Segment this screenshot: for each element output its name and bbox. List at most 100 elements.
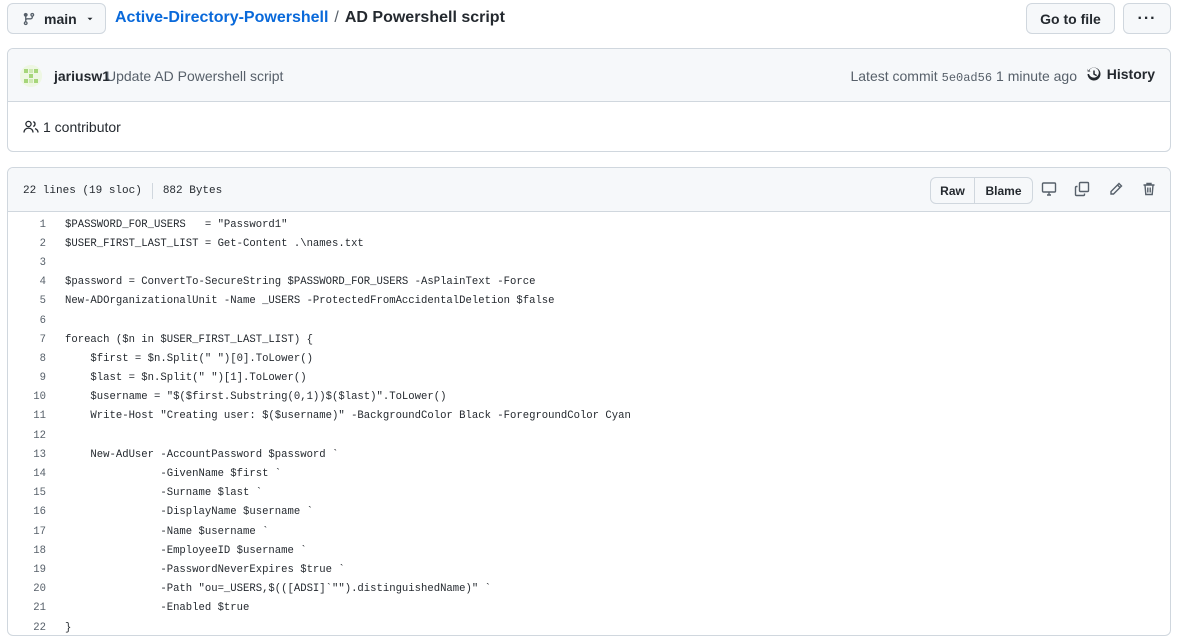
file-header: 22 lines (19 sloc) 882 Bytes Raw Blame [8,168,1170,212]
line-number[interactable]: 8 [8,353,46,365]
code-line: 1 $PASSWORD_FOR_USERS = "Password1" [8,215,1170,234]
git-branch-icon [23,12,35,25]
line-number[interactable]: 16 [8,506,46,518]
code-line: 3 [8,253,1170,272]
line-number[interactable]: 22 [8,622,46,634]
code-line: 21 -Enabled $true [8,599,1170,618]
desktop-icon[interactable] [1040,180,1058,198]
breadcrumb-repo-link[interactable]: Active-Directory-Powershell [115,9,328,27]
breadcrumb: Active-Directory-Powershell / AD Powersh… [115,9,505,27]
line-number[interactable]: 9 [8,372,46,384]
line-number[interactable]: 17 [8,526,46,538]
line-number[interactable]: 12 [8,430,46,442]
file-size: 882 Bytes [162,185,223,197]
latest-commit-info: Latest commit 5e0ad56 1 minute ago [850,68,1077,85]
line-content: $last = $n.Split(" ")[1].ToLower() [65,372,307,385]
code-line: 6 [8,311,1170,330]
line-content: $first = $n.Split(" ")[0].ToLower() [65,352,313,365]
line-number[interactable]: 15 [8,487,46,499]
commit-box: jariusw1 Update AD Powershell script Lat… [7,48,1171,152]
commit-author-link[interactable]: jariusw1 [54,68,110,84]
avatar[interactable] [20,65,42,87]
caret-down-icon [87,17,93,20]
line-content: New-ADOrganizationalUnit -Name _USERS -P… [65,295,555,308]
line-content: -DisplayName $username ` [65,506,313,519]
history-link[interactable]: History [1086,66,1155,82]
pencil-icon[interactable] [1107,180,1125,198]
raw-button[interactable]: Raw [931,178,975,203]
line-content: -Enabled $true [65,602,250,615]
line-content: $USER_FIRST_LAST_LIST = Get-Content .\na… [65,237,364,250]
line-content: -PasswordNeverExpires $true ` [65,563,345,576]
line-content: $password = ConvertTo-SecureString $PASS… [65,276,536,289]
line-number[interactable]: 10 [8,391,46,403]
file-navigation: main Active-Directory-Powershell / AD Po… [7,3,1171,34]
line-content: -Name $username ` [65,525,269,538]
branch-selector-button[interactable]: main [7,3,106,34]
line-number[interactable]: 2 [8,238,46,250]
line-number[interactable]: 7 [8,334,46,346]
line-content: foreach ($n in $USER_FIRST_LAST_LIST) { [65,333,313,346]
code-line: 14 -GivenName $first ` [8,464,1170,483]
line-content: -Surname $last ` [65,487,263,500]
breadcrumb-separator: / [334,9,339,26]
line-content: -GivenName $first ` [65,468,282,481]
commit-message-link[interactable]: Update AD Powershell script [106,68,283,84]
code-line: 16 -DisplayName $username ` [8,503,1170,522]
line-content: -EmployeeID $username ` [65,544,307,557]
code-line: 22} [8,618,1170,635]
line-number[interactable]: 19 [8,564,46,576]
line-number[interactable]: 5 [8,295,46,307]
code-line: 9 $last = $n.Split(" ")[1].ToLower() [8,369,1170,388]
blame-button[interactable]: Blame [975,178,1032,203]
file-viewer: 22 lines (19 sloc) 882 Bytes Raw Blame 1… [7,167,1171,636]
branch-name: main [44,10,77,27]
file-line-count: 22 lines (19 sloc) [23,185,142,197]
line-number[interactable]: 4 [8,276,46,288]
code-line: 11 Write-Host "Creating user: $($usernam… [8,407,1170,426]
code-line: 10 $username = "$($first.Substring(0,1))… [8,388,1170,407]
people-icon [23,120,39,133]
line-number[interactable]: 18 [8,545,46,557]
breadcrumb-file-name: AD Powershell script [344,9,505,26]
code-line: 4 $password = ConvertTo-SecureString $PAS… [8,273,1170,292]
contributors-row: 1 contributor [8,102,1170,151]
file-action-buttons: Raw Blame [930,177,1033,204]
line-number[interactable]: 13 [8,449,46,461]
code-line: 18 -EmployeeID $username ` [8,541,1170,560]
line-number[interactable]: 20 [8,583,46,595]
commit-time: 1 minute ago [996,68,1077,84]
code-line: 19 -PasswordNeverExpires $true ` [8,560,1170,579]
more-options-button[interactable]: ··· [1123,3,1171,34]
kebab-horizontal-icon: ··· [1137,9,1157,27]
history-icon [1087,67,1101,81]
code-line: 5 New-ADOrganizationalUnit -Name _USERS -… [8,292,1170,311]
line-number[interactable]: 1 [8,219,46,231]
file-info-divider [151,183,153,199]
line-content: $username = "$($first.Substring(0,1))$($… [65,391,447,404]
file-info: 22 lines (19 sloc) 882 Bytes [23,183,222,199]
line-content: } [65,621,72,634]
code-line: 2 $USER_FIRST_LAST_LIST = Get-Content .\n… [8,234,1170,253]
latest-commit-label: Latest commit [850,68,938,84]
line-number[interactable]: 21 [8,602,46,614]
line-number[interactable]: 14 [8,468,46,480]
line-number[interactable]: 11 [8,410,46,422]
trash-icon[interactable] [1140,180,1158,198]
contributors-count[interactable]: 1 contributor [43,119,121,135]
code-view: 1 $PASSWORD_FOR_USERS = "Password1" 2 $USER… [8,212,1170,635]
line-content: $PASSWORD_FOR_USERS = "Password1" [65,218,288,231]
line-number[interactable]: 6 [8,315,46,327]
line-content: New-AdUser -AccountPassword $password ` [65,448,339,461]
go-to-file-button[interactable]: Go to file [1026,3,1115,34]
line-number[interactable]: 3 [8,257,46,269]
code-line: 12 [8,426,1170,445]
line-content: Write-Host "Creating user: $($username)"… [65,410,631,423]
identicon-icon [20,65,42,87]
latest-commit-bar: jariusw1 Update AD Powershell script Lat… [8,49,1170,102]
commit-sha-link[interactable]: 5e0ad56 [942,71,992,85]
code-line: 8 $first = $n.Split(" ")[0].ToLower() [8,349,1170,368]
code-line: 15 -Surname $last ` [8,484,1170,503]
line-content: -Path "ou=_USERS,$(([ADSI]`"").distingui… [65,583,491,596]
copy-icon[interactable] [1073,180,1091,198]
